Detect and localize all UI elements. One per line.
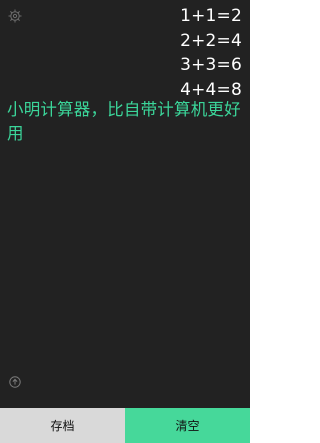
note-text: 小明计算器，比自带计算机更好用 xyxy=(7,100,241,143)
bottom-action-bar: 存档 清空 xyxy=(0,408,250,443)
history-line: 1+1=2 xyxy=(180,6,242,26)
history-line: 3+3=6 xyxy=(180,55,242,75)
gear-icon[interactable] xyxy=(8,9,22,23)
clear-button[interactable]: 清空 xyxy=(125,408,250,443)
save-button[interactable]: 存档 xyxy=(0,408,125,443)
calculator-screen: 1+1=2 2+2=4 3+3=6 4+4=8 小明计算器，比自带计算机更好用 … xyxy=(0,0,250,443)
history-line: 2+2=4 xyxy=(180,30,242,51)
arrow-up-circle-icon[interactable] xyxy=(9,376,21,388)
history-list: 1+1=2 2+2=4 3+3=6 4+4=8 xyxy=(180,4,242,102)
